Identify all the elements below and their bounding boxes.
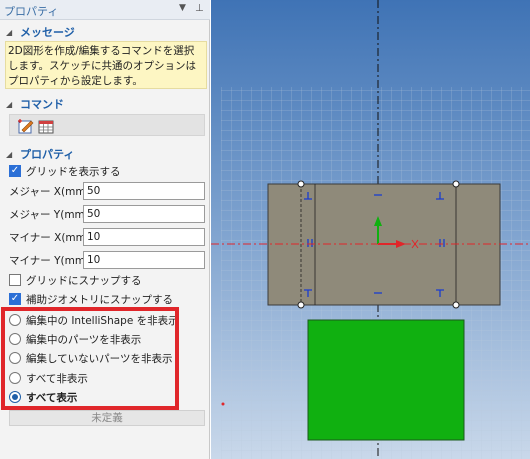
properties-section-header[interactable]: ◢ プロパティ	[6, 146, 74, 162]
minor-x-input[interactable]	[83, 228, 205, 246]
minor-y-input[interactable]	[83, 251, 205, 269]
vertex-handle[interactable]	[297, 301, 305, 309]
origin-marker	[221, 402, 225, 406]
message-box: 2D図形を作成/編集するコマンドを選択します。スケッチに共通のオプションはプロパ…	[5, 41, 207, 89]
show-grid-checkbox[interactable]: ✓	[9, 165, 21, 177]
major-x-label: メジャー X(mm)	[9, 186, 90, 198]
command-toolbar	[9, 114, 205, 136]
part-green[interactable]	[307, 319, 465, 441]
minor-y-field-row: マイナー Y(mm)	[9, 251, 207, 269]
dropdown-arrow-icon[interactable]: ▼	[179, 3, 186, 13]
collapse-triangle-icon[interactable]: ◢	[6, 150, 20, 159]
minor-y-label: マイナー Y(mm)	[9, 255, 90, 267]
edit-sketch-icon[interactable]	[18, 118, 34, 134]
vertex-handle[interactable]	[297, 180, 305, 188]
snap-grid-checkbox[interactable]	[9, 274, 21, 286]
message-section-header[interactable]: ◢ メッセージ	[6, 24, 75, 40]
minor-x-field-row: マイナー X(mm)	[9, 228, 207, 246]
panel-titlebar: プロパティ ▼ ⊥	[0, 0, 210, 20]
highlight-box	[1, 307, 179, 410]
snap-aux-checkbox-row[interactable]: ✓ 補助ジオメトリにスナップする	[9, 291, 173, 307]
vertex-handle[interactable]	[452, 180, 460, 188]
snap-aux-label: 補助ジオメトリにスナップする	[26, 293, 173, 306]
major-x-input[interactable]	[83, 182, 205, 200]
vertex-handle[interactable]	[452, 301, 460, 309]
undefined-button[interactable]: 未定義	[9, 410, 205, 426]
collapse-triangle-icon[interactable]: ◢	[6, 100, 20, 109]
sketch-viewport[interactable]	[211, 0, 530, 459]
panel-title: プロパティ	[4, 5, 59, 18]
pin-icon[interactable]: ⊥	[195, 3, 204, 14]
major-x-field-row: メジャー X(mm)	[9, 182, 207, 200]
show-grid-checkbox-row[interactable]: ✓ グリッドを表示する	[9, 163, 121, 179]
properties-panel: プロパティ ▼ ⊥ ◢ メッセージ 2D図形を作成/編集するコマンドを選択します…	[0, 0, 210, 459]
command-section-label: コマンド	[20, 98, 64, 111]
show-grid-label: グリッドを表示する	[26, 165, 121, 178]
properties-section-label: プロパティ	[20, 148, 75, 161]
minor-x-label: マイナー X(mm)	[9, 232, 90, 244]
snap-grid-label: グリッドにスナップする	[26, 274, 142, 287]
message-section-label: メッセージ	[20, 26, 75, 39]
major-y-field-row: メジャー Y(mm)	[9, 205, 207, 223]
major-y-input[interactable]	[83, 205, 205, 223]
command-section-header[interactable]: ◢ コマンド	[6, 96, 64, 112]
grid-table-icon[interactable]	[38, 118, 54, 134]
major-y-label: メジャー Y(mm)	[9, 209, 89, 221]
snap-grid-checkbox-row[interactable]: グリッドにスナップする	[9, 272, 142, 288]
snap-aux-checkbox[interactable]: ✓	[9, 293, 21, 305]
collapse-triangle-icon[interactable]: ◢	[6, 28, 20, 37]
